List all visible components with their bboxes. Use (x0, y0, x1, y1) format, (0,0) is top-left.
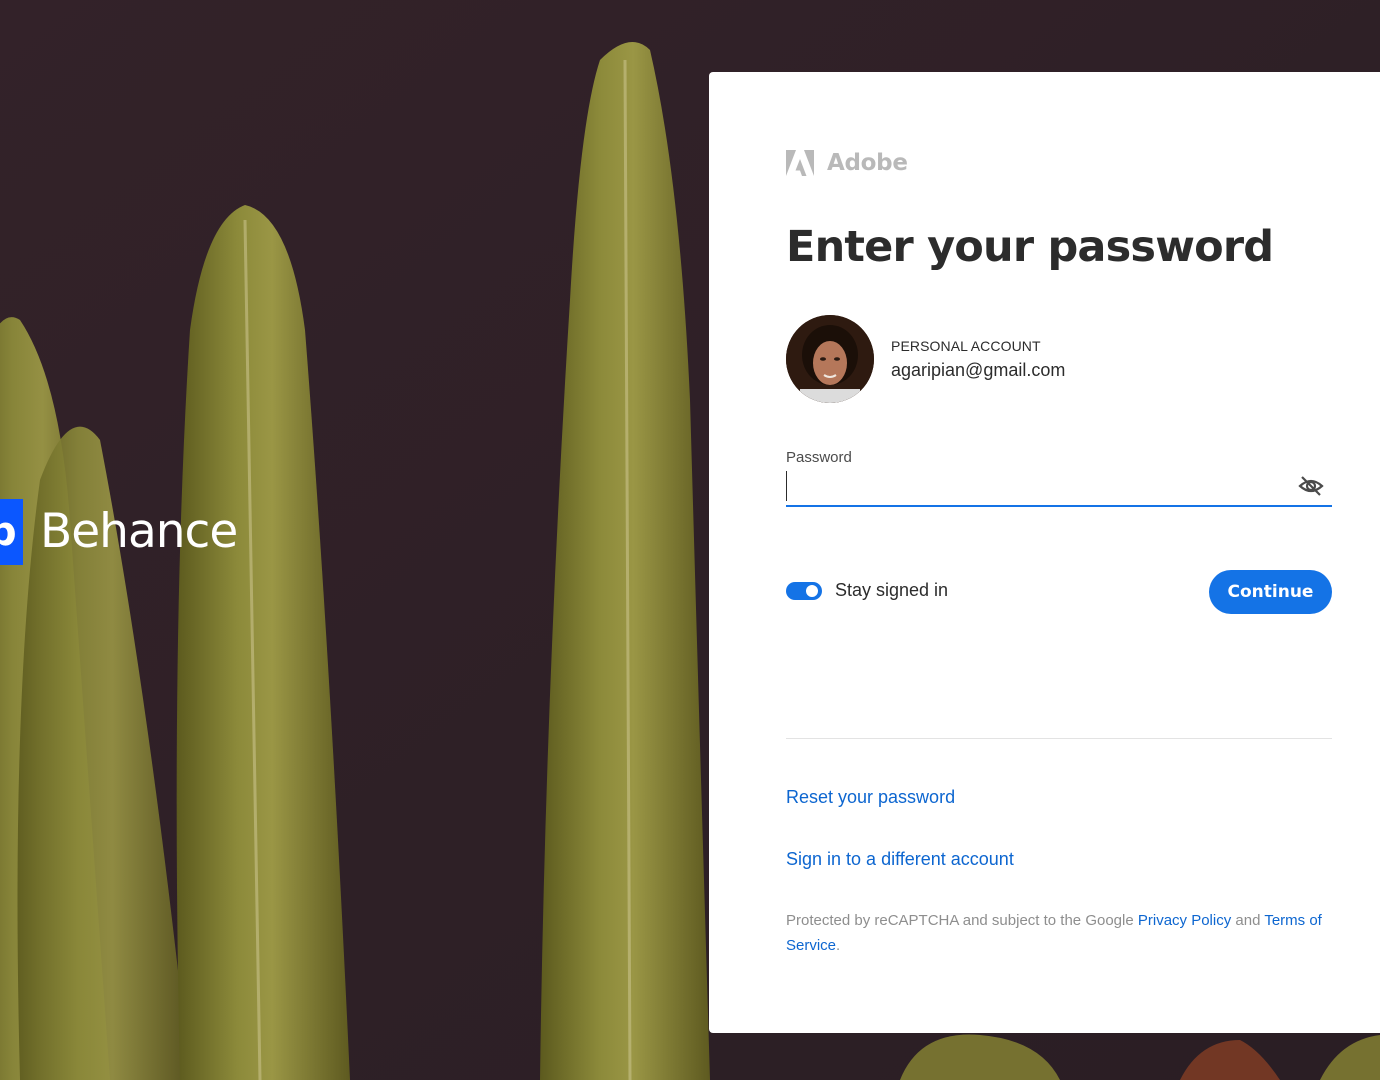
page-title: Enter your password (786, 222, 1274, 272)
adobe-logo: Adobe (786, 150, 908, 176)
legal-middle: and (1231, 912, 1265, 929)
adobe-logo-text: Adobe (827, 150, 908, 176)
behance-wordmark: Behance (40, 504, 238, 559)
different-account-link[interactable]: Sign in to a different account (786, 849, 1014, 870)
recaptcha-notice: Protected by reCAPTCHA and subject to th… (786, 908, 1332, 958)
stay-signed-in[interactable]: Stay signed in (786, 580, 948, 601)
sign-in-card: Adobe Enter your password PERSONAL ACCOU… (709, 72, 1380, 1033)
divider (786, 738, 1332, 739)
stay-signed-in-toggle[interactable] (786, 581, 822, 600)
continue-button[interactable]: Continue (1209, 570, 1332, 614)
password-field (786, 469, 1332, 507)
legal-prefix: Protected by reCAPTCHA and subject to th… (786, 912, 1138, 929)
account-summary: PERSONAL ACCOUNT agaripian@gmail.com (786, 315, 1065, 403)
eye-off-icon[interactable] (1298, 475, 1324, 497)
adobe-logo-icon (786, 150, 814, 176)
password-label: Password (786, 449, 852, 466)
account-email: agaripian@gmail.com (891, 359, 1066, 380)
avatar (786, 315, 874, 403)
behance-brand: b Behance (0, 499, 238, 565)
account-info: PERSONAL ACCOUNT agaripian@gmail.com (891, 338, 1065, 381)
behance-logo-icon: b (0, 499, 23, 565)
privacy-policy-link[interactable]: Privacy Policy (1138, 912, 1231, 929)
avatar-image (786, 315, 874, 403)
password-input[interactable] (786, 471, 1287, 501)
account-type-label: PERSONAL ACCOUNT (891, 337, 1041, 354)
stay-signed-in-label: Stay signed in (835, 580, 949, 600)
toggle-knob (806, 584, 818, 597)
reset-password-link[interactable]: Reset your password (786, 787, 955, 808)
legal-suffix: . (836, 937, 841, 954)
